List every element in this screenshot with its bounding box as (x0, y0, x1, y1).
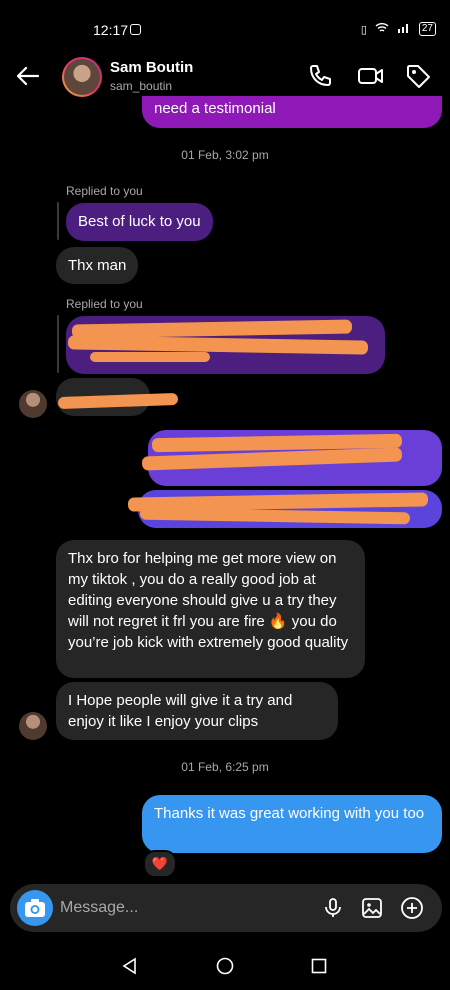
message-text: Thanks it was great working with you too (154, 805, 425, 822)
avatar[interactable] (19, 712, 47, 740)
home-nav-icon[interactable] (215, 956, 235, 976)
message-incoming[interactable]: Thx man (56, 247, 139, 284)
video-call-icon[interactable] (356, 62, 384, 90)
avatar[interactable] (62, 57, 102, 97)
message-incoming-long[interactable]: Thx bro for helping me get more view on … (56, 540, 365, 678)
tag-icon[interactable] (404, 62, 432, 90)
phone-icon[interactable] (306, 62, 334, 90)
heart-reaction-icon[interactable]: ❤️ (143, 850, 177, 878)
avatar[interactable] (19, 390, 47, 418)
wifi-icon (375, 22, 389, 36)
signal-icon (397, 22, 411, 36)
redaction-mark (90, 352, 210, 362)
message-text: Thx bro for helping me get more view on … (68, 550, 349, 651)
message-composer: Message... (10, 884, 442, 932)
battery-icon: 27 (418, 22, 436, 36)
replied-label: Replied to you (66, 184, 143, 198)
reply-bar (57, 315, 59, 373)
microphone-icon[interactable] (321, 896, 345, 920)
replied-label: Replied to you (66, 297, 143, 311)
recents-nav-icon[interactable] (309, 956, 329, 976)
message-text: Thx man (68, 257, 127, 274)
vibrate-icon: ▯ (360, 23, 367, 36)
message-text: I Hope people will give it a try and enj… (68, 692, 293, 730)
timestamp: 01 Feb, 6:25 pm (181, 760, 269, 774)
message-outgoing[interactable]: Thanks it was great working with you too (142, 795, 442, 853)
reply-bar (57, 202, 59, 240)
status-time: 12:17 (93, 22, 129, 38)
message-text: need a testimonial (154, 100, 276, 117)
back-nav-icon[interactable] (120, 956, 140, 976)
contact-name[interactable]: Sam Boutin (110, 59, 193, 76)
camera-status-icon (130, 24, 141, 35)
status-icons: ▯ 27 (361, 22, 436, 36)
quoted-text: Best of luck to you (78, 213, 201, 230)
message-input[interactable]: Message... (60, 899, 138, 917)
timestamp: 01 Feb, 3:02 pm (181, 148, 269, 162)
camera-button[interactable] (17, 890, 53, 926)
quoted-message[interactable]: Best of luck to you (66, 203, 213, 241)
contact-username[interactable]: sam_boutin (110, 79, 172, 93)
message-incoming[interactable]: I Hope people will give it a try and enj… (56, 682, 338, 740)
status-bar: 12:17 ▯ 27 (0, 0, 450, 40)
add-circle-icon[interactable] (400, 896, 424, 920)
gallery-icon[interactable] (360, 896, 384, 920)
camera-icon (25, 899, 45, 917)
message-outgoing-partial[interactable]: need a testimonial (142, 96, 442, 128)
system-nav-bar (0, 940, 450, 990)
back-arrow-icon[interactable] (14, 62, 42, 90)
